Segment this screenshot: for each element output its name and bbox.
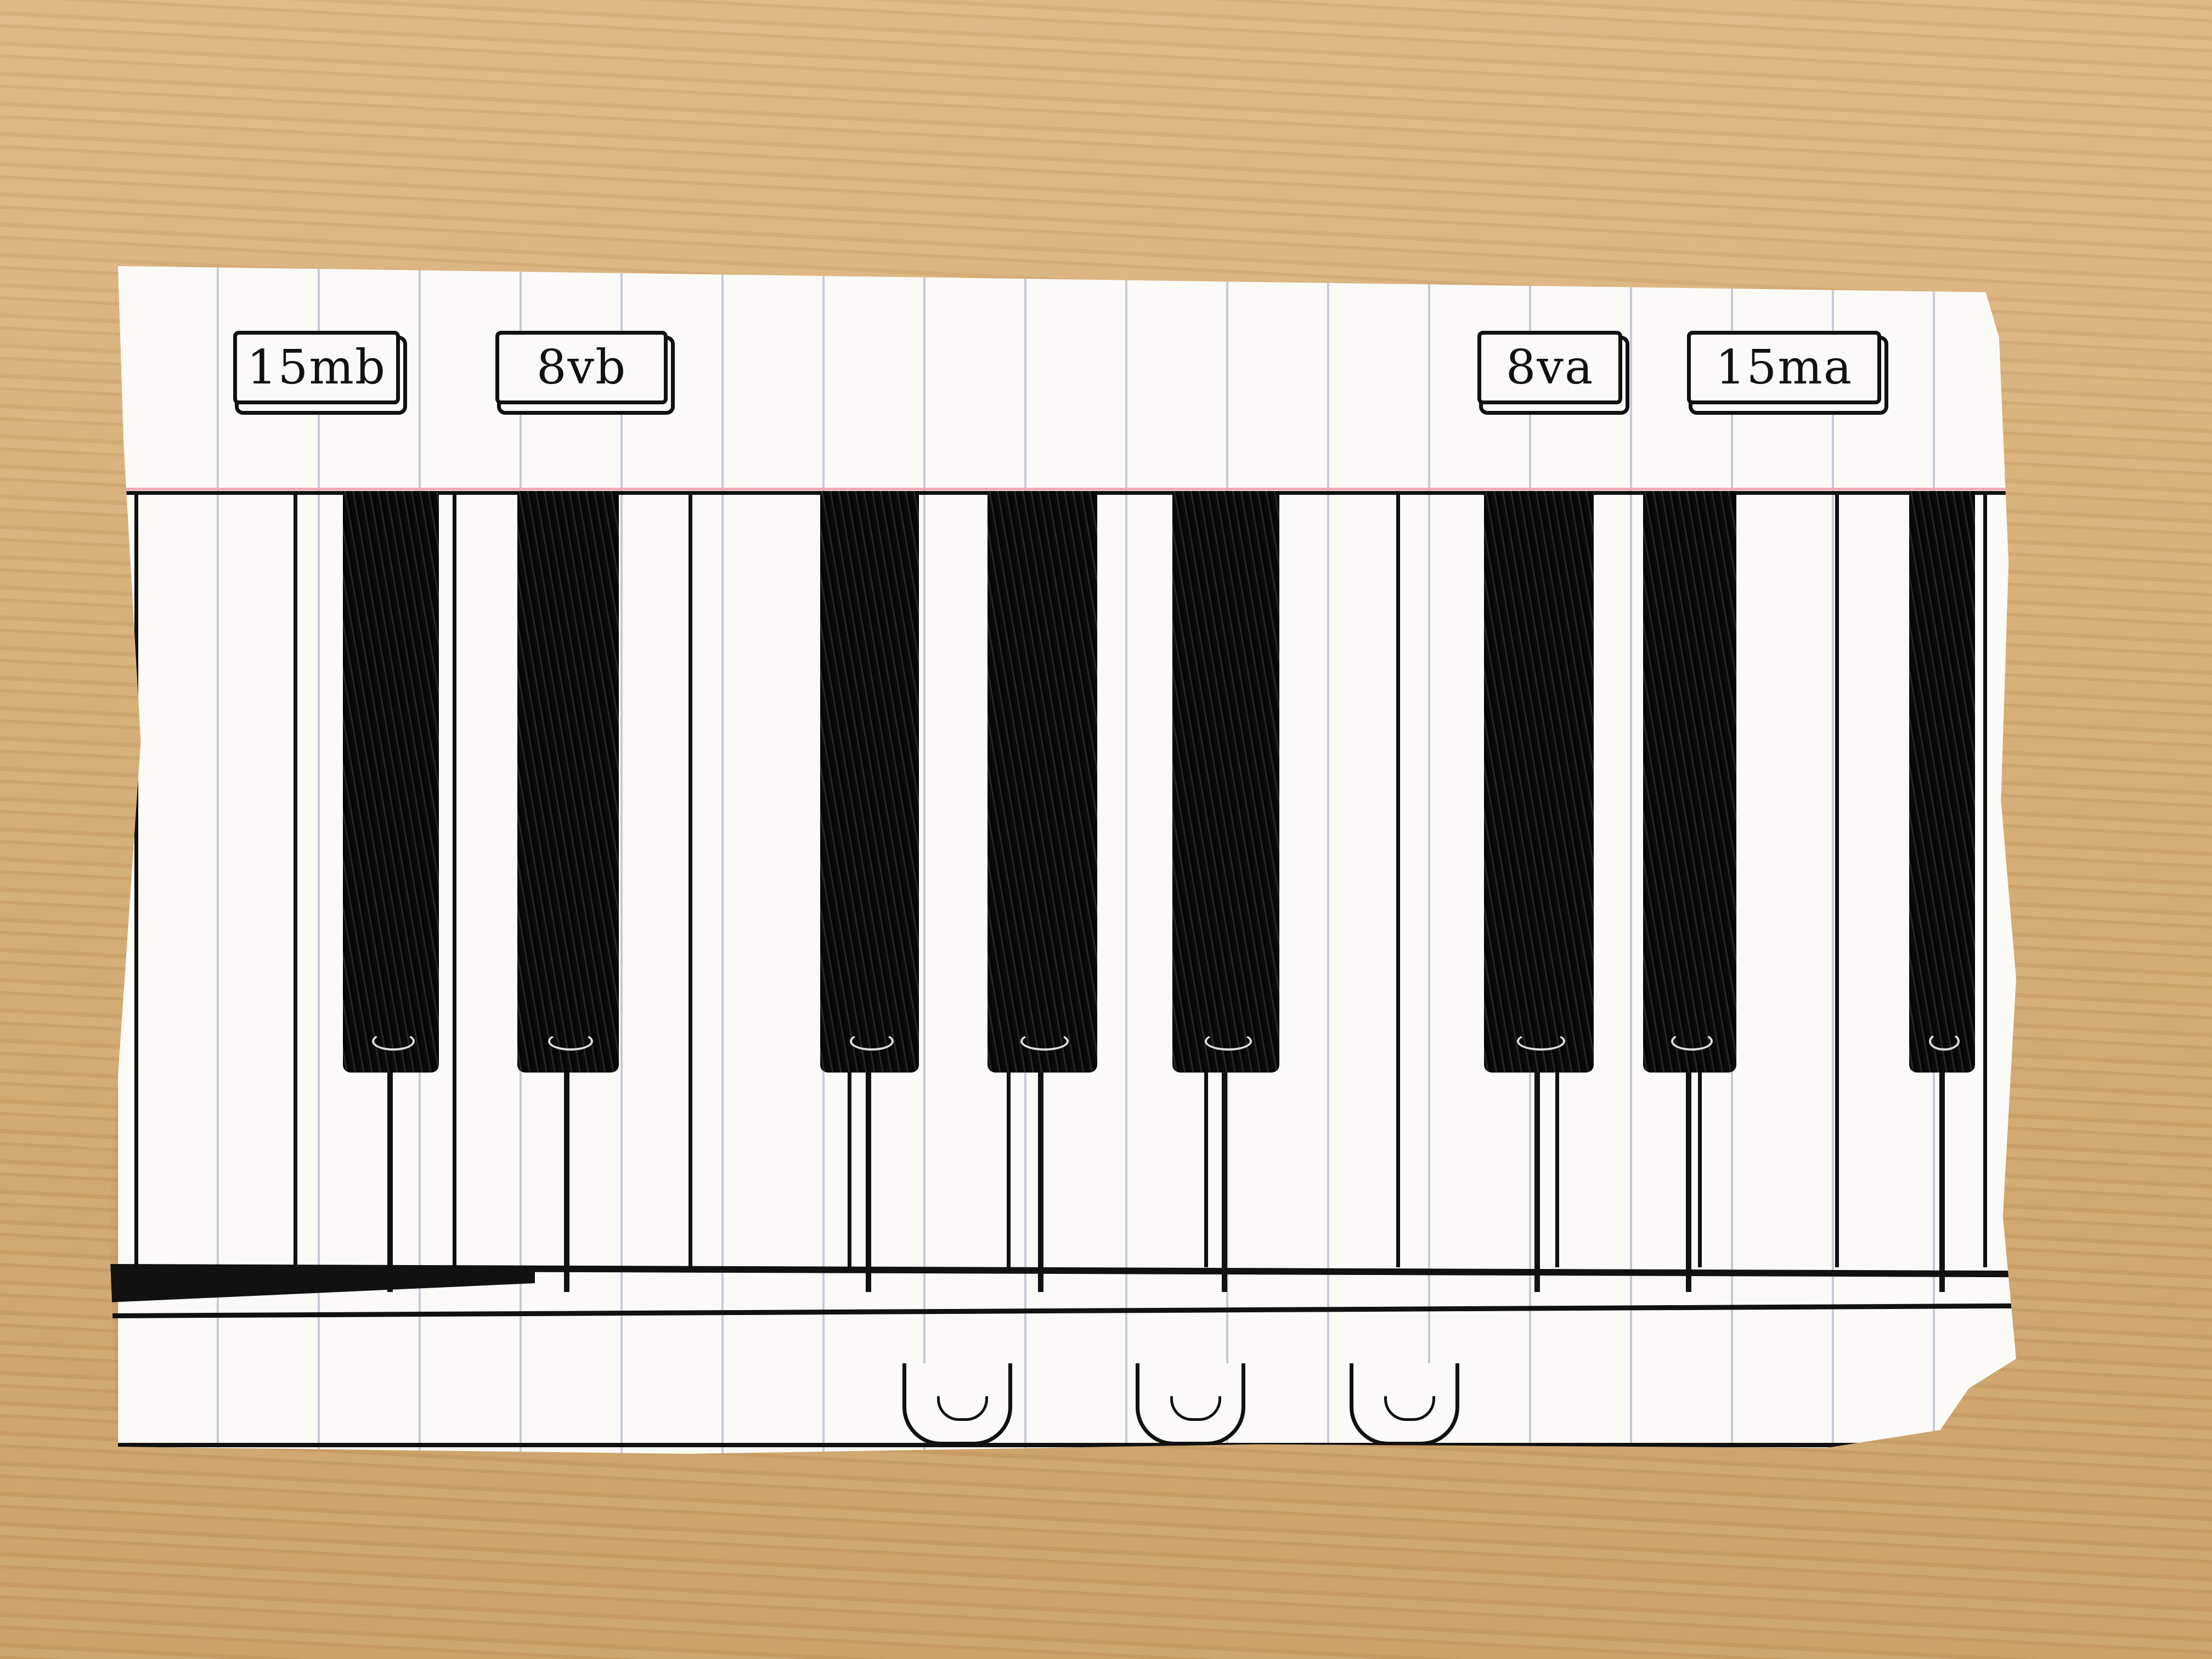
margin-line bbox=[118, 488, 2016, 490]
key-divider bbox=[1221, 1073, 1227, 1292]
octave-down-one-button[interactable]: 8vb bbox=[495, 331, 668, 404]
black-key[interactable] bbox=[343, 491, 439, 1292]
black-key[interactable] bbox=[988, 491, 1097, 1292]
octave-up-two-button[interactable]: 15ma bbox=[1687, 331, 1881, 404]
piano-keyboard bbox=[108, 491, 2016, 1363]
key-divider bbox=[564, 1073, 570, 1292]
black-key[interactable] bbox=[1172, 491, 1279, 1292]
key-divider bbox=[387, 1073, 393, 1292]
key-highlight bbox=[371, 1032, 415, 1051]
key-highlight bbox=[1517, 1032, 1565, 1051]
key-divider bbox=[1939, 1073, 1945, 1292]
key-highlight bbox=[850, 1032, 894, 1051]
pedal-left[interactable] bbox=[902, 1363, 1012, 1446]
black-key[interactable] bbox=[1909, 491, 1975, 1292]
octave-up-one-button[interactable]: 8va bbox=[1477, 331, 1622, 404]
keyboard-front-shadow bbox=[108, 1270, 535, 1303]
paper-bottom-line bbox=[118, 1443, 2016, 1447]
keyboard-front-edge bbox=[108, 1303, 2016, 1319]
octave-down-two-button[interactable]: 15mb bbox=[233, 331, 400, 404]
key-divider bbox=[1038, 1073, 1043, 1292]
pedal-middle[interactable] bbox=[1136, 1363, 1245, 1446]
key-divider bbox=[865, 1073, 871, 1292]
black-key[interactable] bbox=[1484, 491, 1594, 1292]
key-divider bbox=[1686, 1073, 1692, 1292]
white-key[interactable] bbox=[1983, 491, 2016, 1267]
key-highlight bbox=[548, 1032, 593, 1051]
black-key[interactable] bbox=[517, 491, 619, 1292]
white-key[interactable] bbox=[134, 491, 294, 1267]
key-highlight bbox=[1671, 1032, 1713, 1051]
key-divider bbox=[1534, 1073, 1540, 1292]
pedal-right[interactable] bbox=[1350, 1363, 1459, 1446]
key-highlight bbox=[1020, 1032, 1069, 1051]
key-highlight bbox=[1204, 1032, 1252, 1051]
key-highlight bbox=[1929, 1032, 1960, 1051]
paper-sketch: 15mb 8vb 8va 15ma bbox=[108, 266, 2016, 1454]
black-key[interactable] bbox=[820, 491, 919, 1292]
black-key[interactable] bbox=[1643, 491, 1736, 1292]
